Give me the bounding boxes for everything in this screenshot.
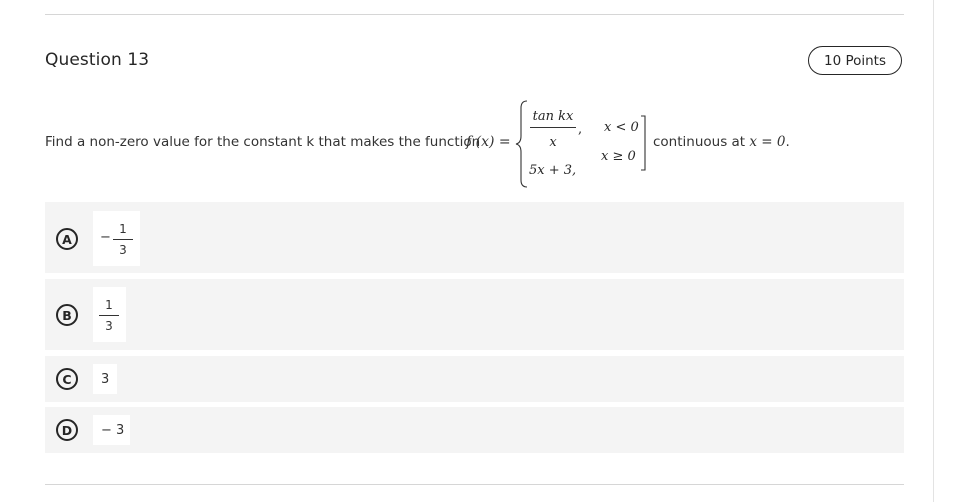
option-d-letter: D — [56, 419, 78, 441]
prompt-tail-text: continuous at — [653, 134, 746, 150]
option-b-fraction-bar — [99, 315, 119, 316]
option-a-fraction-bar — [113, 239, 133, 240]
scroll-track[interactable] — [933, 0, 934, 502]
case2-expression: 5x + 3, — [529, 163, 577, 178]
option-a-sign: − — [100, 230, 111, 245]
prompt-tail: continuous at x = 0. — [653, 134, 790, 150]
option-c-text: 3 — [101, 372, 110, 387]
option-a-numerator: 1 — [119, 222, 127, 236]
option-a-fraction: 1 3 — [113, 222, 133, 257]
option-c[interactable]: C 3 — [45, 356, 904, 402]
prompt-tail-math: x = 0 — [749, 134, 786, 150]
question-title: Question 13 — [45, 50, 150, 70]
option-a[interactable]: A − 1 3 — [45, 202, 904, 273]
points-badge: 10 Points — [808, 46, 902, 75]
left-brace — [515, 100, 528, 188]
option-b-fraction: 1 3 — [99, 298, 119, 333]
option-b-answer: 1 3 — [93, 287, 126, 342]
option-d-text: − 3 — [101, 423, 125, 438]
right-bracket — [641, 115, 646, 171]
prompt-tail-period: . — [785, 134, 790, 150]
option-b-numerator: 1 — [105, 298, 113, 312]
case1-comma: , — [578, 122, 583, 137]
case2-condition: x ≥ 0 — [601, 149, 636, 164]
option-c-answer: 3 — [93, 364, 117, 394]
option-b-denominator: 3 — [105, 319, 113, 333]
function-name: f (x) = — [466, 134, 511, 150]
option-b[interactable]: B 1 3 — [45, 279, 904, 350]
case1-fraction-bar — [530, 127, 576, 128]
prompt-text: Find a non-zero value for the constant k… — [45, 134, 481, 150]
option-a-answer: − 1 3 — [93, 211, 140, 266]
case1-condition: x < 0 — [604, 120, 639, 135]
option-b-letter: B — [56, 304, 78, 326]
case1-numerator: tan kx — [532, 109, 574, 124]
case1-denominator: x — [549, 135, 557, 150]
option-a-denominator: 3 — [119, 243, 127, 257]
option-c-letter: C — [56, 368, 78, 390]
option-d[interactable]: D − 3 — [45, 407, 904, 453]
option-a-letter: A — [56, 228, 78, 250]
bottom-divider — [45, 484, 904, 485]
top-divider — [45, 14, 904, 15]
option-d-answer: − 3 — [93, 415, 130, 445]
question-prompt: Find a non-zero value for the constant k… — [45, 100, 905, 190]
